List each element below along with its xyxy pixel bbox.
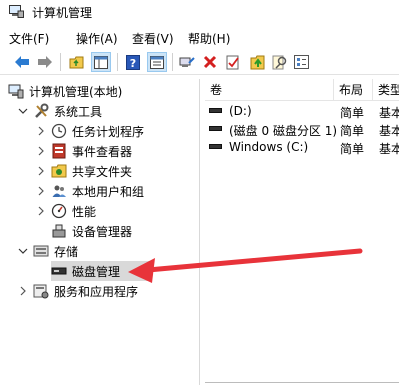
volume-type: 基本 (379, 106, 399, 120)
search-icon[interactable] (270, 52, 290, 72)
window-title: 计算机管理 (32, 6, 93, 20)
chevron-down-icon[interactable] (17, 105, 29, 117)
tree-node-device-manager[interactable]: 设备管理器 (51, 221, 132, 241)
forward-arrow-icon[interactable] (35, 52, 55, 72)
column-header-layout[interactable]: 布局 (334, 79, 373, 101)
disk-icon (51, 263, 67, 279)
computer-management-icon (8, 83, 24, 99)
toolbar-separator (60, 53, 61, 71)
volume-layout: 简单 (340, 106, 365, 120)
chevron-right-icon[interactable] (35, 205, 47, 217)
menu-view[interactable]: 查看(V) (132, 30, 174, 47)
tree-node-performance[interactable]: 性能 (35, 201, 96, 221)
volume-type: 基本 (379, 124, 399, 138)
tree-node-local-users[interactable]: 本地用户和组 (35, 181, 144, 201)
table-row[interactable]: (磁盘 0 磁盘分区 1) 简单 基本 (205, 120, 399, 138)
connect-icon[interactable] (177, 52, 197, 72)
title-bar: 计算机管理 (0, 0, 399, 24)
properties-icon[interactable] (291, 52, 311, 72)
tree-label-local-users: 本地用户和组 (72, 184, 145, 199)
tree-node-root[interactable]: 计算机管理(本地) (8, 81, 122, 101)
help-icon[interactable]: ? (123, 52, 143, 72)
shared-folder-icon (51, 163, 67, 179)
toolbar-separator (117, 53, 118, 71)
tree-node-task-scheduler[interactable]: 任务计划程序 (35, 121, 144, 141)
performance-icon (51, 203, 67, 219)
drive-icon (209, 144, 222, 149)
column-header-volume[interactable]: 卷 (205, 79, 334, 101)
tree-label-device-manager: 设备管理器 (72, 224, 133, 239)
menu-bar: 文件(F) 操作(A) 查看(V) 帮助(H) (0, 27, 399, 47)
drive-icon (209, 126, 222, 131)
column-header-type[interactable]: 类型 (373, 79, 399, 101)
folder-up-icon[interactable] (67, 52, 87, 72)
tree-label-root: 计算机管理(本地) (29, 84, 123, 99)
tree-node-shared-folders[interactable]: 共享文件夹 (35, 161, 132, 181)
tree-node-storage[interactable]: 存储 (17, 241, 78, 261)
menu-help[interactable]: 帮助(H) (188, 30, 230, 47)
tools-icon (33, 103, 49, 119)
volume-name: Windows (C:) (229, 140, 309, 154)
tree-label-shared-folders: 共享文件夹 (72, 164, 133, 179)
tree-label-storage: 存储 (54, 244, 79, 259)
tree-label-system-tools: 系统工具 (54, 104, 103, 119)
clock-icon (51, 123, 67, 139)
tree-label-event-viewer: 事件查看器 (72, 144, 133, 159)
table-row[interactable]: Windows (C:) 简单 基本 (205, 138, 399, 156)
tree-label-task-scheduler: 任务计划程序 (72, 124, 145, 139)
chevron-right-icon[interactable] (35, 165, 47, 177)
detail-view-icon[interactable] (147, 52, 167, 72)
users-icon (51, 183, 67, 199)
services-icon (33, 283, 49, 299)
menu-file[interactable]: 文件(F) (9, 30, 49, 47)
volume-name: (D:) (229, 104, 252, 118)
device-manager-icon (51, 223, 67, 239)
show-tree-icon[interactable] (91, 52, 111, 72)
storage-icon (33, 243, 49, 259)
svg-text:?: ? (130, 57, 136, 70)
chevron-down-icon[interactable] (17, 245, 29, 257)
tree-node-event-viewer[interactable]: 事件查看器 (35, 141, 132, 161)
folder-arrow-icon[interactable] (248, 52, 268, 72)
table-row[interactable]: (D:) 简单 基本 (205, 102, 399, 120)
volume-layout: 简单 (340, 124, 365, 138)
computer-management-icon (9, 5, 24, 18)
chevron-right-icon[interactable] (17, 285, 29, 297)
volume-layout: 简单 (340, 142, 365, 156)
toolbar: ? (0, 49, 399, 75)
volume-name: (磁盘 0 磁盘分区 1) (229, 124, 338, 138)
volume-type: 基本 (379, 142, 399, 156)
event-viewer-icon (51, 143, 67, 159)
menu-action[interactable]: 操作(A) (76, 30, 118, 47)
volume-list: 卷 布局 类型 (D:) 简单 基本 (磁盘 0 磁盘分区 1) 简单 基本 W… (205, 79, 399, 385)
check-icon[interactable] (223, 52, 243, 72)
chevron-right-icon[interactable] (35, 145, 47, 157)
toolbar-separator (172, 53, 173, 71)
tree-label-performance: 性能 (72, 204, 97, 219)
back-arrow-icon[interactable] (12, 52, 32, 72)
tree-label-services-apps: 服务和应用程序 (54, 284, 139, 299)
navigation-tree: 计算机管理(本地) 系统工具 任务计划程序 事件查看器 共享文件夹 本地用户和组… (0, 79, 200, 385)
tree-node-services-apps[interactable]: 服务和应用程序 (17, 281, 138, 301)
horizontal-scrollbar-edge (205, 382, 399, 383)
chevron-right-icon[interactable] (35, 185, 47, 197)
drive-icon (209, 108, 222, 113)
tree-node-disk-management[interactable]: 磁盘管理 (51, 261, 151, 281)
tree-label-disk-management: 磁盘管理 (72, 264, 121, 279)
tree-node-system-tools[interactable]: 系统工具 (17, 101, 102, 121)
delete-icon[interactable] (200, 52, 220, 72)
chevron-right-icon[interactable] (35, 125, 47, 137)
